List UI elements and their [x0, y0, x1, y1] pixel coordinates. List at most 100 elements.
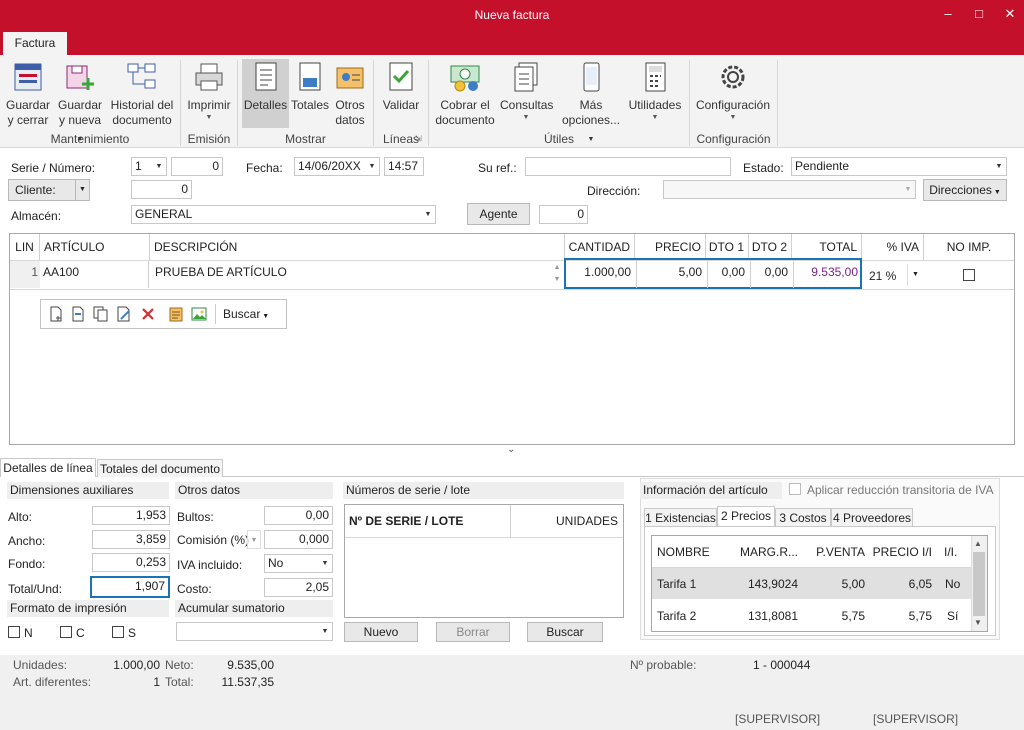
otros-datos-button[interactable]: Otros datos [332, 60, 368, 128]
copy-icon[interactable] [93, 306, 109, 322]
almacen-select[interactable]: GENERAL ▼ [131, 205, 436, 224]
scroll-down-icon[interactable]: ▼ [974, 618, 982, 627]
ancho-input[interactable]: 3,859 [92, 530, 170, 549]
formato-s-checkbox[interactable] [112, 626, 124, 638]
label-1: Historial del [110, 98, 174, 112]
costo-input[interactable]: 2,05 [264, 578, 333, 597]
iva-incluido-value: No [268, 556, 284, 570]
col-articulo[interactable]: ARTÍCULO [40, 234, 150, 260]
cell-pventa: 5,75 [841, 609, 865, 623]
cliente-button[interactable]: Cliente: ▼ [8, 179, 90, 201]
cliente-input[interactable]: 0 [131, 180, 192, 199]
consultas-button[interactable]: Consultas ▼ [500, 60, 553, 122]
image-icon[interactable] [191, 306, 207, 322]
acumular-select[interactable]: ▼ [176, 622, 333, 641]
buscar-button[interactable]: Buscar [527, 622, 603, 642]
total-und-input[interactable]: 1,907 [90, 576, 170, 598]
minimize-button[interactable]: – [940, 6, 956, 22]
scroll-thumb[interactable] [973, 552, 985, 616]
col-cantidad[interactable]: CANTIDAD [565, 234, 635, 260]
ribbon-tab-strip [0, 31, 1024, 55]
serie-select[interactable]: 1 ▼ [131, 157, 167, 176]
detalles-button[interactable]: Detalles [243, 60, 288, 113]
fecha-input[interactable]: 14/06/20XX ▼ [294, 157, 380, 176]
total-und-label: Total/Und: [8, 582, 63, 596]
totales-button[interactable]: Totales [290, 60, 330, 113]
direccion-select[interactable]: ▼ [663, 180, 916, 199]
guardar-cerrar-button[interactable]: Guardar y cerrar [5, 60, 51, 128]
tab-proveedores[interactable]: 4 Proveedores [831, 508, 913, 526]
chevron-down-icon[interactable]: ▼ [907, 264, 923, 286]
tab-factura[interactable]: Factura [3, 32, 67, 55]
col-dto1[interactable]: DTO 1 [706, 234, 749, 260]
edit-icon[interactable] [116, 306, 132, 322]
cobrar-button[interactable]: Cobrar el documento [433, 60, 497, 128]
alto-input[interactable]: 1,953 [92, 506, 170, 525]
new-line-icon[interactable] [48, 306, 64, 322]
noimp-checkbox[interactable] [963, 269, 975, 281]
notes-icon[interactable] [168, 306, 184, 322]
fondo-label: Fondo: [8, 557, 46, 571]
buscar-dropdown[interactable]: Buscar ▼ [223, 307, 269, 321]
col-iva[interactable]: % IVA [862, 234, 924, 260]
scroll-up-icon[interactable]: ▲ [974, 539, 982, 548]
col-dto2[interactable]: DTO 2 [749, 234, 792, 260]
comision-input[interactable]: 0,000 [264, 530, 333, 549]
chevron-down-icon: ▼ [321, 628, 329, 635]
formato-n-checkbox[interactable] [8, 626, 20, 638]
fondo-input[interactable]: 0,253 [92, 553, 170, 572]
bultos-input[interactable]: 0,00 [264, 506, 333, 525]
col-descripcion[interactable]: DESCRIPCIÓN [150, 234, 565, 260]
cell-iva[interactable]: 21 % [866, 261, 906, 288]
agente-input[interactable]: 0 [539, 205, 588, 224]
cell-precio[interactable]: 5,00 [636, 261, 706, 288]
acumular-title: Acumular sumatorio [175, 600, 333, 617]
utilidades-button[interactable]: Utilidades ▼ [627, 60, 683, 122]
col-precio[interactable]: PRECIO [635, 234, 706, 260]
dimensiones-title: Dimensiones auxiliares [7, 482, 169, 499]
cell-dto1[interactable]: 0,00 [707, 261, 749, 288]
borrar-button[interactable]: Borrar [436, 622, 510, 642]
col-total[interactable]: TOTAL [792, 234, 862, 260]
configuracion-button[interactable]: Configuración ▼ [694, 60, 772, 122]
tab-costos[interactable]: 3 Costos [775, 508, 831, 526]
maximize-button[interactable]: □ [971, 6, 987, 22]
validar-button[interactable]: Validar [379, 60, 423, 113]
imprimir-button[interactable]: Imprimir ▼ [186, 60, 232, 122]
suref-input[interactable] [525, 157, 731, 176]
delete-icon[interactable] [140, 306, 156, 322]
tab-totales-documento[interactable]: Totales del documento [97, 459, 223, 477]
comision-dropdown-icon[interactable]: ▼ [247, 530, 261, 549]
pcol-precio-ii: PRECIO I/I [872, 545, 932, 559]
tab-detalles-linea[interactable]: Detalles de línea [0, 458, 96, 477]
insert-line-icon[interactable] [70, 306, 86, 322]
dialog-launcher-icon[interactable]: ⇲ [415, 134, 422, 143]
estado-value: Pendiente [795, 159, 850, 173]
estado-select[interactable]: Pendiente ▼ [791, 157, 1007, 176]
costo-label: Costo: [177, 582, 212, 596]
cell-total[interactable]: 9.535,00 [793, 261, 861, 288]
agente-button[interactable]: Agente [467, 203, 530, 225]
cell-cantidad[interactable]: 1.000,00 [566, 261, 635, 288]
formato-c-checkbox[interactable] [60, 626, 72, 638]
reduccion-checkbox[interactable] [789, 483, 801, 495]
hora-input[interactable]: 14:57 [384, 157, 424, 176]
cell-marg: 131,8081 [747, 609, 798, 623]
close-button[interactable]: ✕ [1002, 6, 1018, 22]
tab-existencias[interactable]: 1 Existencias [644, 508, 717, 526]
direcciones-button[interactable]: Direcciones ▼ [923, 179, 1007, 201]
iva-incluido-select[interactable]: No ▼ [264, 554, 333, 573]
cell-dto2[interactable]: 0,00 [750, 261, 792, 288]
tab-precios[interactable]: 2 Precios [717, 506, 775, 527]
formato-title: Formato de impresión [7, 600, 169, 617]
splitter-chevron-icon[interactable]: ⌄ [507, 444, 515, 455]
cell-articulo[interactable]: AA100 [41, 261, 149, 288]
desc-scroll-icon[interactable]: ▲ ▼ [552, 262, 562, 288]
historial-button[interactable]: Historial del documento [108, 60, 176, 128]
cell-descripcion[interactable]: PRUEBA DE ARTÍCULO [151, 261, 549, 288]
nuevo-button[interactable]: Nuevo [344, 622, 418, 642]
col-lin[interactable]: LIN [10, 234, 40, 260]
series-col-lote: Nº DE SERIE / LOTE [349, 514, 464, 528]
numero-input[interactable]: 0 [171, 157, 223, 176]
col-noimp[interactable]: NO IMP. [924, 234, 1014, 260]
